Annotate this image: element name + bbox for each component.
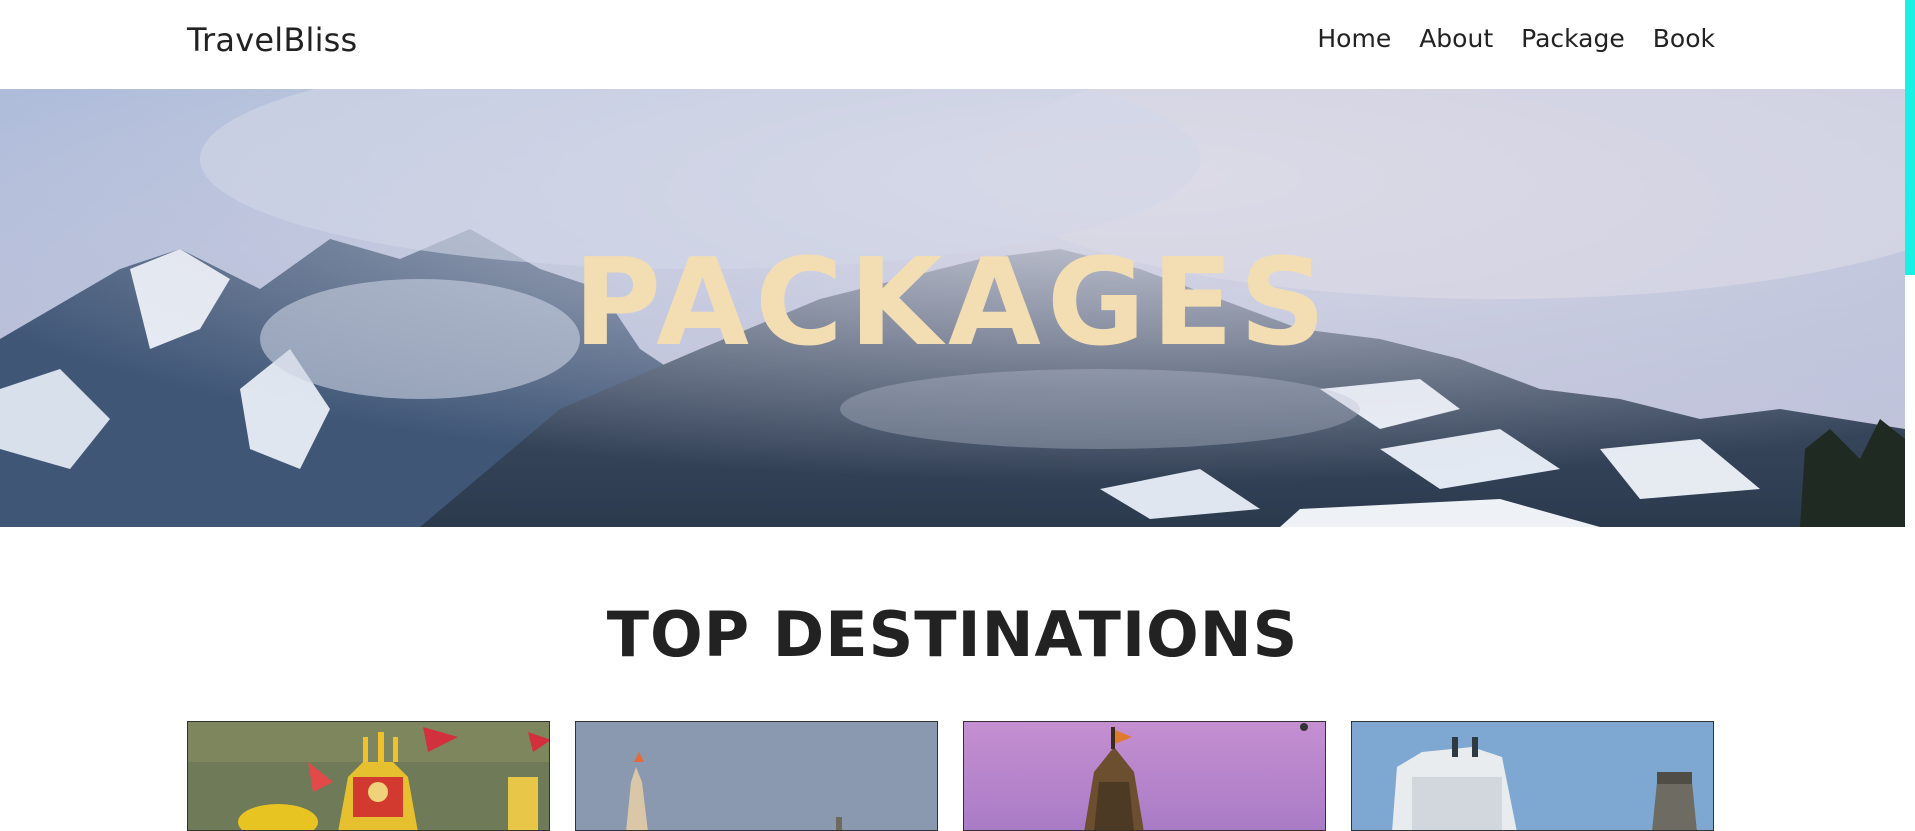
- destination-card-2[interactable]: [575, 721, 938, 831]
- nav-about[interactable]: About: [1419, 23, 1493, 55]
- temple-photo-icon: [188, 722, 549, 830]
- temple-photo-icon: [964, 722, 1325, 830]
- temple-photo-icon: [1352, 722, 1713, 830]
- brand-logo[interactable]: TravelBliss: [187, 22, 357, 58]
- section-title: TOP DESTINATIONS: [606, 598, 1299, 671]
- destination-card-1[interactable]: [187, 721, 550, 831]
- destination-cards: [187, 721, 1714, 831]
- hero-title: PACKAGES: [573, 234, 1332, 373]
- nav-book[interactable]: Book: [1653, 23, 1715, 55]
- scroll-indicator[interactable]: [1905, 0, 1915, 275]
- hero-banner: PACKAGES: [0, 89, 1905, 527]
- nav-home[interactable]: Home: [1317, 23, 1391, 55]
- destination-card-3[interactable]: [963, 721, 1326, 831]
- site-header: TravelBliss Home About Package Book: [0, 0, 1905, 89]
- destination-card-4[interactable]: [1351, 721, 1714, 831]
- temple-photo-icon: [576, 722, 937, 830]
- main-nav: Home About Package Book: [1317, 23, 1715, 55]
- nav-package[interactable]: Package: [1521, 23, 1625, 55]
